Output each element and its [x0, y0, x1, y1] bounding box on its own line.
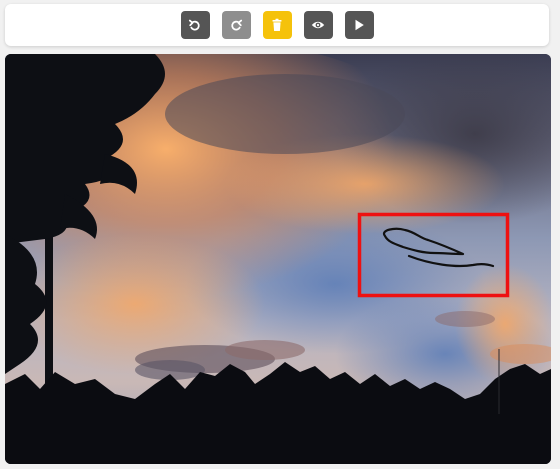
play-icon [355, 19, 364, 31]
undo-icon [188, 19, 200, 31]
redo-icon [231, 19, 243, 31]
trash-icon [272, 18, 282, 31]
undo-button[interactable] [180, 11, 210, 39]
editor-toolbar [5, 4, 549, 46]
photo-canvas[interactable] [5, 54, 551, 464]
sunset-photo [5, 54, 551, 464]
eye-icon [311, 21, 325, 29]
preview-button[interactable] [303, 11, 333, 39]
play-button[interactable] [344, 11, 374, 39]
delete-button[interactable] [262, 11, 292, 39]
redo-button[interactable] [221, 11, 251, 39]
